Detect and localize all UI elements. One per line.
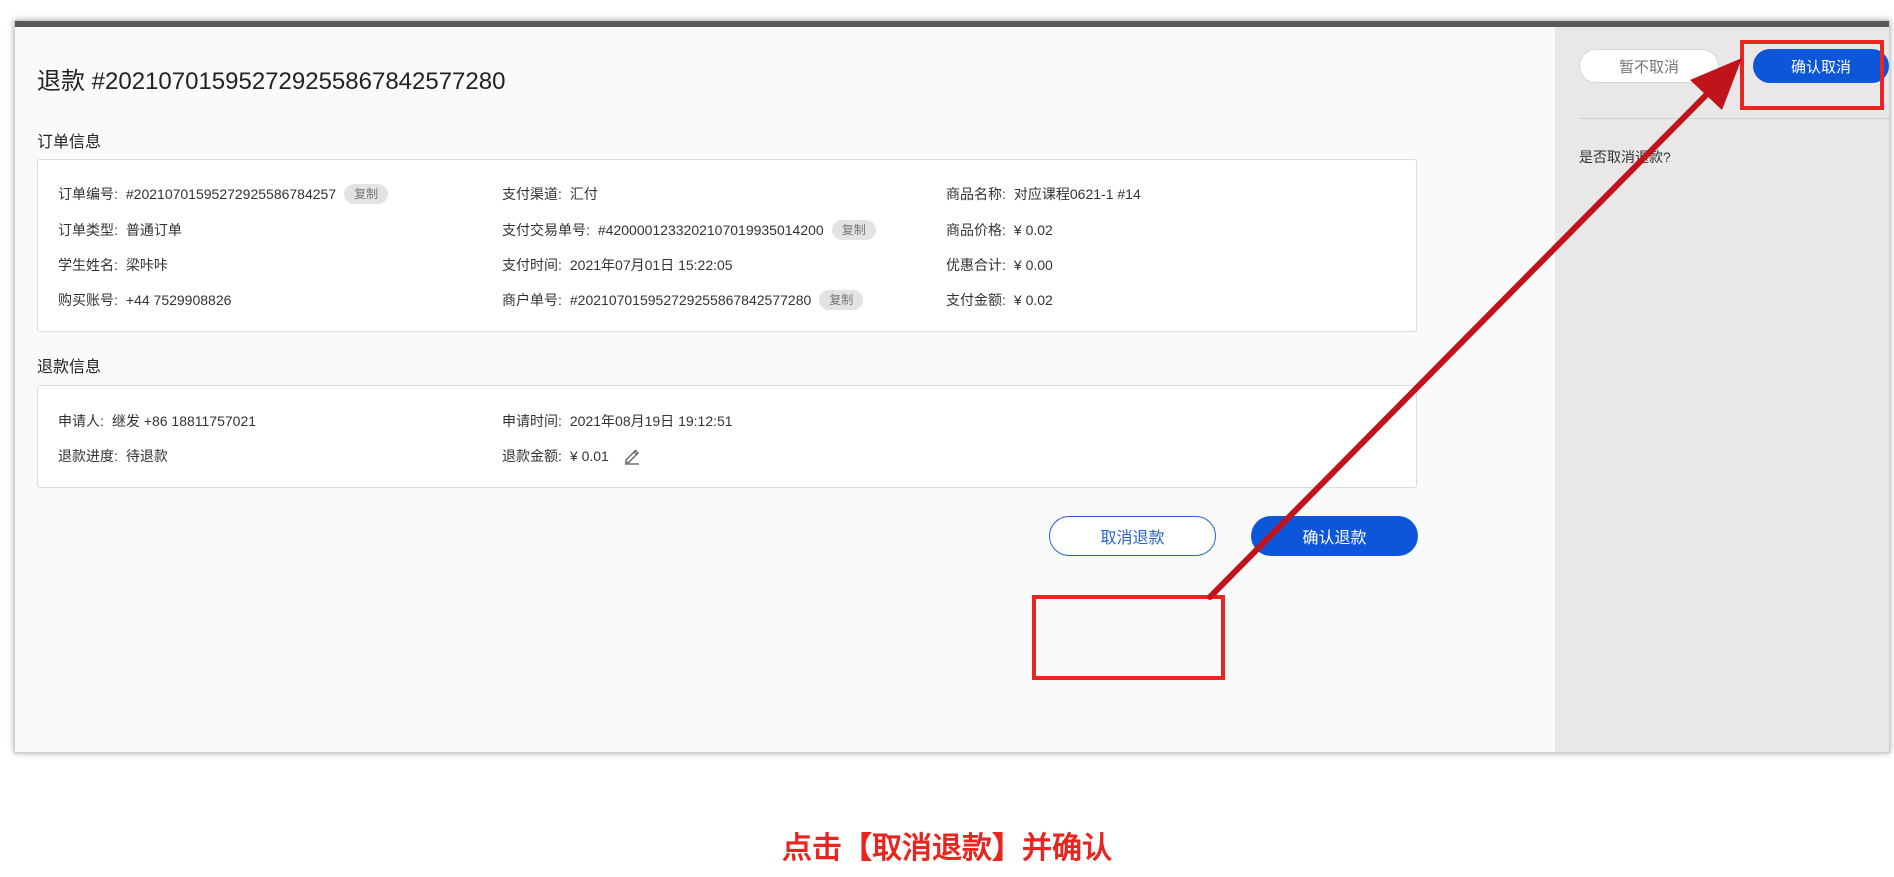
annotation-arrow — [1207, 58, 1742, 600]
instruction-caption: 点击【取消退款】并确认 — [782, 832, 1112, 865]
tutorial-screenshot: 退款 #202107015952729255867842577280 订单信息 … — [0, 0, 1894, 877]
